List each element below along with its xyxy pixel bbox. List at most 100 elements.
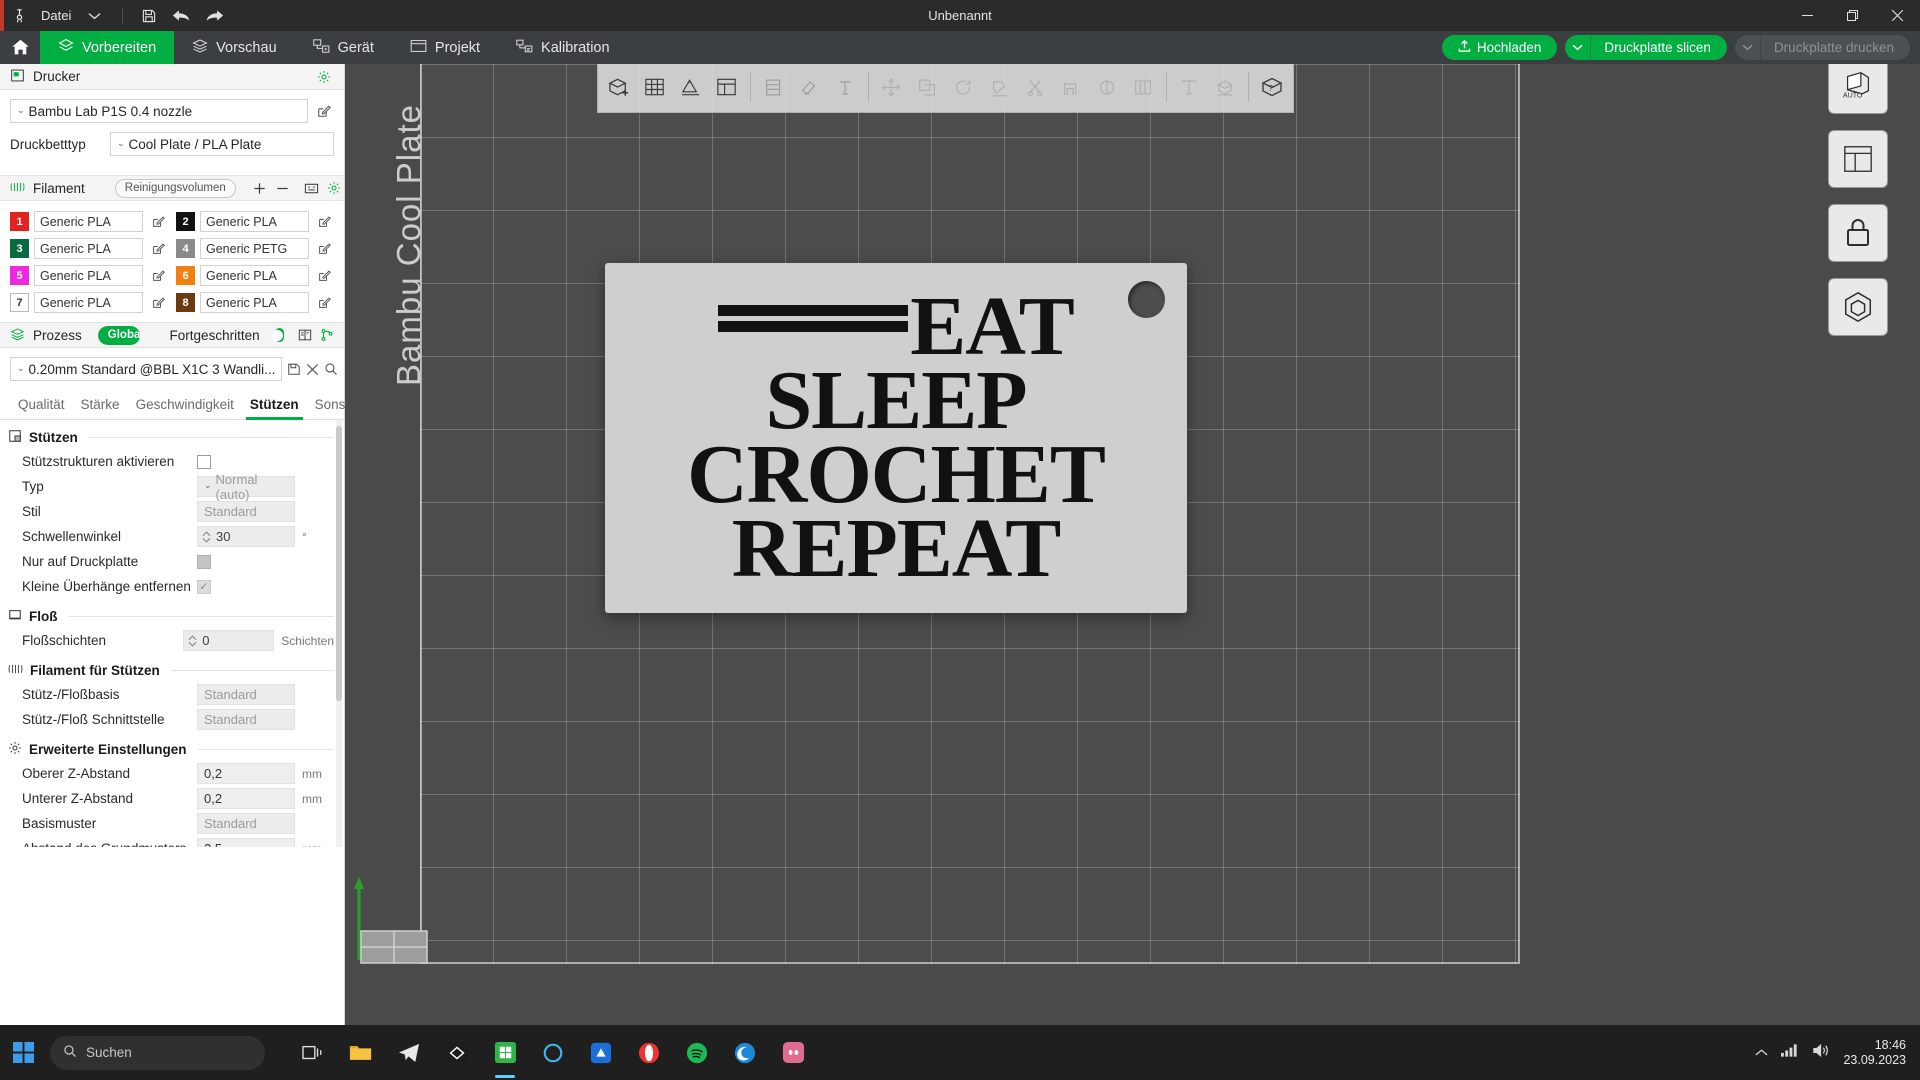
setting-value[interactable]: 0,2 [197, 788, 295, 809]
plate-list-icon[interactable] [1828, 130, 1888, 188]
minus-icon[interactable] [275, 178, 290, 198]
help-cube-icon[interactable]: ? [1254, 66, 1289, 109]
minimize-icon[interactable] [1785, 0, 1830, 31]
discord-icon[interactable] [769, 1025, 817, 1080]
branch-icon[interactable] [320, 325, 334, 345]
taskbar-clock[interactable]: 18:46 23.09.2023 [1843, 1038, 1906, 1068]
restore-window-icon[interactable] [1830, 0, 1875, 31]
cortana-icon[interactable] [529, 1025, 577, 1080]
setting-value[interactable]: 0,2 [197, 763, 295, 784]
add-object-icon[interactable] [602, 66, 637, 109]
lock-icon[interactable] [1828, 204, 1888, 262]
save-preset-icon[interactable] [287, 359, 301, 379]
split-objects-icon[interactable] [710, 66, 745, 109]
filament-color-swatch[interactable]: 2 [176, 212, 195, 231]
edit-square-icon[interactable] [148, 212, 168, 232]
model-object[interactable]: EAT SLEEP CROCHET REPEAT [605, 263, 1187, 613]
green-app-icon[interactable] [481, 1025, 529, 1080]
edit-square-icon[interactable] [314, 266, 334, 286]
setting-checkbox[interactable] [197, 454, 211, 469]
gear-icon[interactable] [327, 178, 341, 198]
sync-ams-icon[interactable] [304, 178, 319, 198]
process-scope-toggle[interactable]: Global Objekte [97, 325, 140, 345]
filament-color-swatch[interactable]: 5 [10, 266, 29, 285]
filament-name[interactable]: Generic PETG [200, 238, 309, 259]
edit-square-icon[interactable] [314, 212, 334, 232]
network-icon[interactable] [1781, 1043, 1799, 1063]
auto-arrange-icon[interactable]: AUTO [1828, 64, 1888, 114]
filament-name[interactable]: Generic PLA [200, 265, 309, 286]
file-explorer-icon[interactable] [337, 1025, 385, 1080]
close-icon[interactable] [306, 359, 319, 379]
slice-dropdown-caret[interactable] [1565, 35, 1592, 60]
spinner-arrows[interactable] [202, 530, 211, 543]
upload-button[interactable]: Hochladen [1441, 35, 1558, 60]
advanced-toggle[interactable] [271, 328, 284, 342]
telegram-icon[interactable] [385, 1025, 433, 1080]
undo-arrow-icon[interactable] [165, 0, 198, 31]
filament-name[interactable]: Generic PLA [34, 211, 143, 232]
home-icon[interactable] [0, 31, 40, 64]
filament-name[interactable]: Generic PLA [200, 211, 309, 232]
filament-name[interactable]: Generic PLA [34, 265, 143, 286]
edge-icon[interactable] [721, 1025, 769, 1080]
filament-color-swatch[interactable]: 6 [176, 266, 195, 285]
filament-name[interactable]: Generic PLA [34, 292, 143, 313]
chevron-up-icon[interactable] [1755, 1044, 1768, 1062]
tab-projekt[interactable]: Projekt [392, 31, 498, 64]
process-tab-geschwindigkeit[interactable]: Geschwindigkeit [128, 389, 242, 419]
arrange-icon[interactable] [638, 66, 673, 109]
save-disk-icon[interactable] [132, 0, 165, 31]
volume-icon[interactable] [1812, 1043, 1830, 1063]
3d-viewport[interactable]: Bambu Cool Plate EAT SLEEP CROCHET REPEA… [345, 64, 1920, 1025]
filament-color-swatch[interactable]: 4 [176, 239, 195, 258]
auto-orient-icon[interactable]: A [674, 66, 709, 109]
flush-volume-button[interactable]: Reinigungsvolumen [114, 178, 236, 198]
filament-color-swatch[interactable]: 8 [176, 293, 195, 312]
opera-icon[interactable] [625, 1025, 673, 1080]
process-tab-sttzen[interactable]: Stützen [242, 389, 307, 420]
tab-kalibration[interactable]: Kalibration [498, 31, 628, 64]
scrollbar-thumb[interactable] [336, 426, 342, 701]
tab-vorbereiten[interactable]: Vorbereiten [40, 31, 175, 64]
plus-icon[interactable] [252, 178, 267, 198]
gear-icon[interactable] [314, 67, 334, 87]
windows-start-icon[interactable] [0, 1025, 46, 1080]
filament-color-swatch[interactable]: 7 [10, 293, 29, 312]
slice-plate-button[interactable]: Druckplatte slicen [1591, 35, 1727, 60]
bed-type-combo[interactable]: ⌄ Cool Plate / PLA Plate [110, 132, 334, 156]
edit-square-icon[interactable] [314, 239, 334, 259]
filament-color-swatch[interactable]: 1 [10, 212, 29, 231]
filament-name[interactable]: Generic PLA [200, 292, 309, 313]
hexagon-icon[interactable] [1828, 278, 1888, 336]
edit-square-icon[interactable] [148, 266, 168, 286]
edit-square-icon[interactable] [148, 239, 168, 259]
edit-square-icon[interactable] [148, 293, 168, 313]
printer-model-combo[interactable]: ⌄ Bambu Lab P1S 0.4 nozzle [10, 99, 308, 123]
process-tab-strke[interactable]: Stärke [73, 389, 128, 419]
search-input[interactable]: Suchen [50, 1035, 265, 1070]
tab-geraet[interactable]: Gerät [295, 31, 392, 64]
filament-color-swatch[interactable]: 3 [10, 239, 29, 258]
settings-scroll-area[interactable]: Stützen Stützstrukturen aktivieren Typ ⌄ Nor… [0, 420, 344, 847]
task-view-icon[interactable] [289, 1025, 337, 1080]
chevron-down-icon[interactable] [78, 0, 113, 31]
redo-arrow-icon[interactable] [198, 0, 231, 31]
process-tab-qualitt[interactable]: Qualität [10, 389, 73, 419]
compare-icon[interactable] [298, 325, 312, 345]
setting-spinner[interactable]: 30 [197, 526, 295, 547]
process-preset-combo[interactable]: ⌄ 0.20mm Standard @BBL X1C 3 Wandli... [10, 357, 283, 381]
close-icon[interactable] [1875, 0, 1920, 31]
spinner-arrows[interactable] [188, 634, 197, 647]
setting-spinner[interactable]: 0 [183, 630, 275, 651]
menu-datei[interactable]: Datei [34, 0, 78, 31]
setting-value[interactable]: 2,5 [197, 838, 295, 847]
bambu-studio-icon[interactable] [433, 1025, 481, 1080]
print-dropdown-caret[interactable] [1734, 35, 1761, 60]
blue-app-icon[interactable] [577, 1025, 625, 1080]
search-icon[interactable] [324, 359, 338, 379]
edit-square-icon[interactable] [314, 101, 334, 121]
spotify-icon[interactable] [673, 1025, 721, 1080]
tab-vorschau[interactable]: Vorschau [174, 31, 294, 64]
scope-global[interactable]: Global [97, 325, 140, 345]
